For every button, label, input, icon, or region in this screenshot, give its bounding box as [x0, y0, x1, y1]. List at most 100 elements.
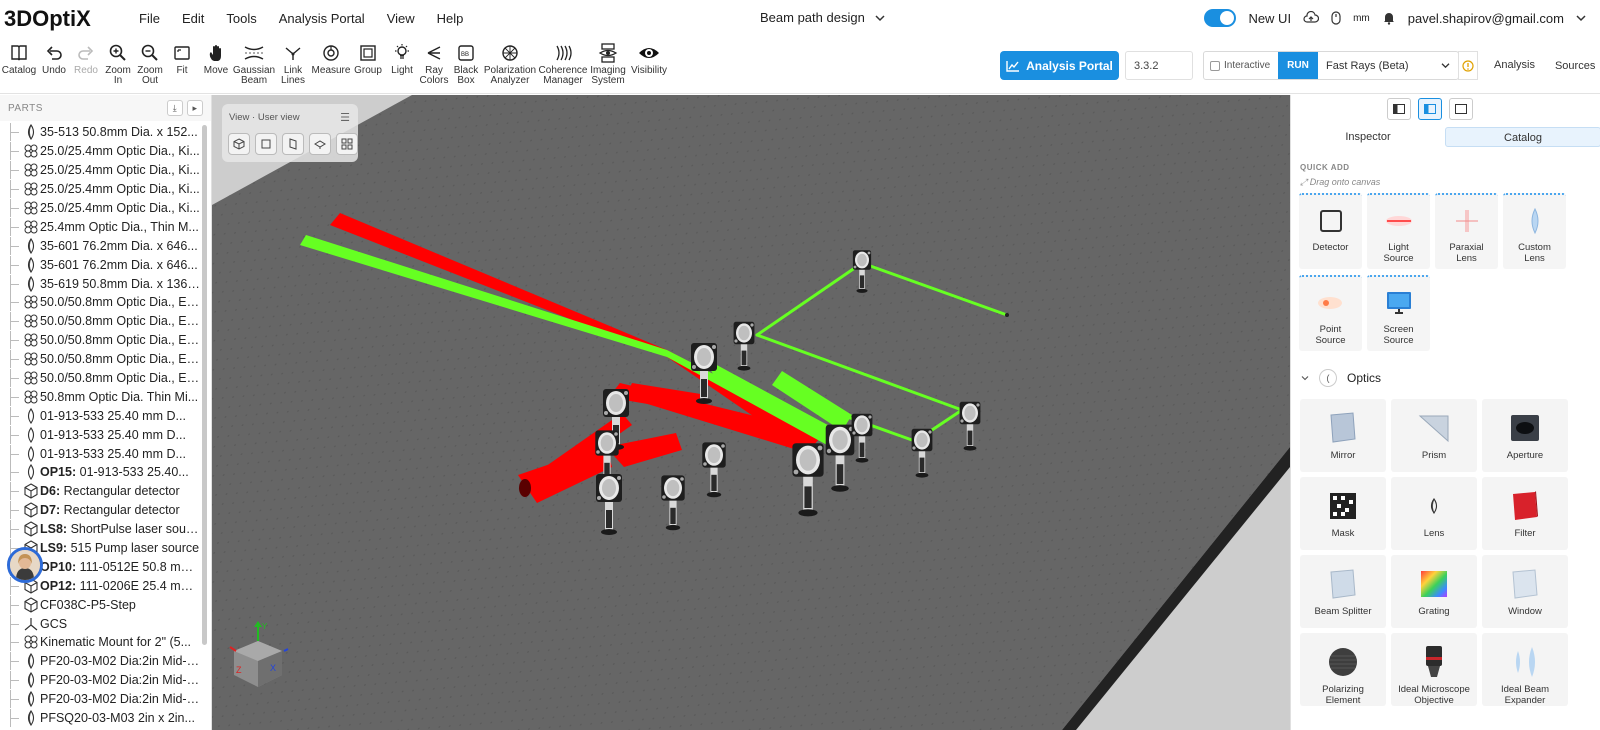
tool-move[interactable]: Move	[198, 40, 234, 86]
unit-indicator[interactable]: mm	[1353, 13, 1370, 24]
catalog-item-beam-splitter[interactable]: Beam Splitter	[1300, 555, 1386, 628]
menu-analysis-portal[interactable]: Analysis Portal	[268, 11, 376, 26]
ray-mode-select[interactable]: Fast Rays (Beta)	[1318, 52, 1458, 79]
tree-item[interactable]: 50.0/50.8mm Optic Dia., E-...	[0, 293, 211, 312]
catalog-item-point-source[interactable]: Point Source	[1299, 275, 1362, 351]
tree-item[interactable]: D7: Rectangular detector	[0, 501, 211, 520]
optical-scene[interactable]	[212, 95, 1290, 730]
catalog-item-light-source[interactable]: Light Source	[1367, 193, 1430, 269]
catalog-item-lens[interactable]: Lens	[1391, 477, 1477, 550]
tree-item[interactable]: 25.0/25.4mm Optic Dia., Ki...	[0, 161, 211, 180]
catalog-item-aperture[interactable]: Aperture	[1482, 399, 1568, 472]
tree-item[interactable]: CF038C-P5-Step	[0, 595, 211, 614]
tree-item[interactable]: 50.8mm Optic Dia. Thin Mi...	[0, 387, 211, 406]
tree-item[interactable]: D6: Rectangular detector	[0, 482, 211, 501]
tree-item[interactable]: 01-913-533 25.40 mm D...	[0, 406, 211, 425]
tree-item[interactable]: 01-913-533 25.40 mm D...	[0, 425, 211, 444]
tree-item[interactable]: 25.4mm Optic Dia., Thin M...	[0, 217, 211, 236]
catalog-item-ideal-microscope-objective[interactable]: Ideal Microscope Objective	[1391, 633, 1477, 706]
catalog-item-detector[interactable]: Detector	[1299, 193, 1362, 269]
tree-item[interactable]: OP15: 01-913-533 25.40...	[0, 463, 211, 482]
tool-fit[interactable]: Fit	[166, 40, 198, 86]
catalog-item-filter[interactable]: Filter	[1482, 477, 1568, 550]
menu-file[interactable]: File	[128, 11, 171, 26]
catalog-item-paraxial-lens[interactable]: Paraxial Lens	[1435, 193, 1498, 269]
tool-gaussian-beam[interactable]: Gaussian Beam	[233, 40, 275, 86]
catalog-item-mask[interactable]: Mask	[1300, 477, 1386, 550]
menu-tools[interactable]: Tools	[215, 11, 267, 26]
layout-full-icon[interactable]	[1449, 98, 1473, 120]
document-title[interactable]: Beam path design	[760, 10, 885, 25]
tree-item[interactable]: 25.0/25.4mm Optic Dia., Ki...	[0, 199, 211, 218]
run-button[interactable]: RUN	[1278, 52, 1318, 79]
tool-undo[interactable]: Undo	[38, 40, 70, 86]
collapse-all-icon[interactable]: ⤓	[167, 100, 183, 116]
tool-catalog[interactable]: Catalog	[0, 40, 38, 86]
optics-section-header[interactable]: ( Optics	[1301, 369, 1381, 387]
catalog-item-window[interactable]: Window	[1482, 555, 1568, 628]
menu-edit[interactable]: Edit	[171, 11, 215, 26]
cloud-upload-icon[interactable]	[1303, 11, 1320, 25]
tree-item[interactable]: PF20-03-M02 Dia:2in Mid-I...	[0, 671, 211, 690]
bell-icon[interactable]	[1382, 11, 1396, 25]
tree-item[interactable]: 50.0/50.8mm Optic Dia., E-...	[0, 312, 211, 331]
panel-toggle-icon[interactable]: ▸	[187, 100, 203, 116]
catalog-item-prism[interactable]: Prism	[1391, 399, 1477, 472]
tool-coherence-manager[interactable]: Coherence Manager	[538, 40, 588, 86]
tool-zoom-out[interactable]: Zoom Out	[134, 40, 166, 86]
layout-right-icon[interactable]	[1418, 98, 1442, 120]
catalog-item-mirror[interactable]: Mirror	[1300, 399, 1386, 472]
interactive-checkbox[interactable]: Interactive	[1204, 52, 1278, 79]
tab-catalog[interactable]: Catalog	[1445, 127, 1600, 147]
tree-item[interactable]: PF20-03-M02 Dia:2in Mid-I...	[0, 652, 211, 671]
user-avatar[interactable]	[7, 547, 43, 583]
orientation-cube[interactable]: Y Z X	[226, 619, 306, 699]
parts-scrollbar[interactable]	[202, 125, 207, 645]
tool-imaging-system[interactable]: Imaging System	[588, 40, 628, 86]
tree-item[interactable]: GCS	[0, 614, 211, 633]
chevron-down-icon[interactable]	[1576, 14, 1586, 22]
tool-black-box[interactable]: BB Black Box	[450, 40, 482, 86]
grid-view-icon[interactable]	[336, 133, 358, 155]
analysis-portal-button[interactable]: Analysis Portal	[1000, 51, 1119, 80]
menu-view[interactable]: View	[376, 11, 426, 26]
tree-item[interactable]: Kinematic Mount for 2" (5...	[0, 633, 211, 652]
tree-item[interactable]: 01-913-533 25.40 mm D...	[0, 444, 211, 463]
catalog-item-ideal-beam-expander[interactable]: Ideal Beam Expander	[1482, 633, 1568, 706]
tree-item[interactable]: 35-601 76.2mm Dia. x 646...	[0, 255, 211, 274]
layout-left-icon[interactable]	[1387, 98, 1411, 120]
tree-item[interactable]: 25.0/25.4mm Optic Dia., Ki...	[0, 142, 211, 161]
tree-item[interactable]: 50.0/50.8mm Optic Dia., E-...	[0, 350, 211, 369]
perspective-view-icon[interactable]	[228, 133, 250, 155]
user-email[interactable]: pavel.shapirov@gmail.com	[1408, 11, 1564, 26]
tool-polarization-analyzer[interactable]: Polarization Analyzer	[482, 40, 538, 86]
tree-item[interactable]: 50.0/50.8mm Optic Dia., E-...	[0, 331, 211, 350]
sources-tab[interactable]: Sources	[1545, 51, 1600, 80]
tab-inspector[interactable]: Inspector	[1291, 127, 1445, 147]
tool-zoom-in[interactable]: Zoom In	[102, 40, 134, 86]
tool-group[interactable]: Group	[350, 40, 386, 86]
tool-visibility[interactable]: Visibility	[628, 40, 670, 86]
version-field[interactable]: 3.3.2	[1125, 51, 1193, 80]
tool-measure[interactable]: Measure	[312, 40, 350, 86]
tool-link-lines[interactable]: Link Lines	[274, 40, 312, 86]
tree-item[interactable]: PF20-03-M02 Dia:2in Mid-I...	[0, 690, 211, 709]
top-view-icon[interactable]	[309, 133, 331, 155]
tree-item[interactable]: 35-513 50.8mm Dia. x 152...	[0, 123, 211, 142]
menu-help[interactable]: Help	[426, 11, 475, 26]
catalog-item-screen-source[interactable]: Screen Source	[1367, 275, 1430, 351]
side-view-icon[interactable]	[282, 133, 304, 155]
3d-viewport[interactable]: View · User view ☰ Y Z X	[212, 95, 1290, 730]
tree-item[interactable]: PFSQ20-03-M03 2in x 2in...	[0, 709, 211, 728]
tree-item[interactable]: 25.0/25.4mm Optic Dia., Ki...	[0, 180, 211, 199]
tree-item[interactable]: 50.0/50.8mm Optic Dia., E-...	[0, 369, 211, 388]
front-view-icon[interactable]	[255, 133, 277, 155]
tree-item[interactable]: 35-601 76.2mm Dia. x 646...	[0, 236, 211, 255]
new-ui-toggle[interactable]	[1204, 9, 1237, 27]
analysis-tab[interactable]: Analysis	[1484, 51, 1545, 80]
warning-icon[interactable]	[1458, 51, 1478, 80]
mouse-icon[interactable]	[1331, 11, 1341, 25]
tree-item[interactable]: 35-619 50.8mm Dia. x 136....	[0, 274, 211, 293]
catalog-item-custom-lens[interactable]: Custom Lens	[1503, 193, 1566, 269]
sliders-icon[interactable]: ☰	[340, 111, 350, 124]
